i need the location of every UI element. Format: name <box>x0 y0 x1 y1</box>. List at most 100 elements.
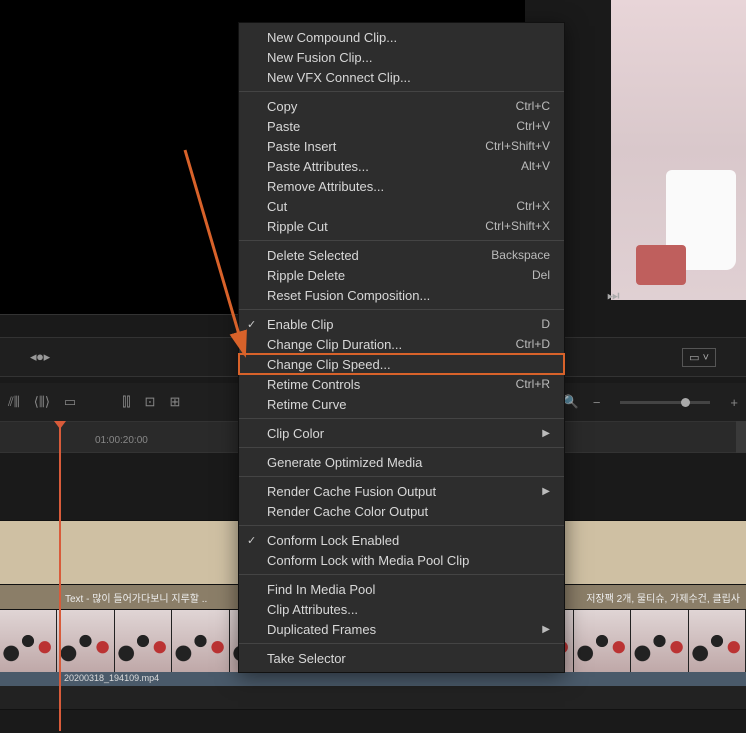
tool-icon-5[interactable]: ⊡ <box>145 394 156 410</box>
menu-item-label: Take Selector <box>267 651 550 666</box>
menu-item-shortcut: Ctrl+Shift+X <box>485 219 550 233</box>
menu-item-paste-attributes[interactable]: Paste Attributes...Alt+V <box>239 156 564 176</box>
audio-track-1[interactable] <box>0 686 746 710</box>
menu-item-enable-clip[interactable]: ✓ Enable ClipD <box>239 314 564 334</box>
menu-separator <box>239 91 564 92</box>
text-clip-right: 저장팩 2개, 물티슈, 가제수건, 클립사 <box>586 590 740 605</box>
menu-item-label: Paste Insert <box>267 139 485 154</box>
tool-icon-4[interactable]: ⫿⫿ <box>122 394 130 410</box>
menu-item-label: Paste <box>267 119 516 134</box>
menu-item-duplicated-frames[interactable]: Duplicated Frames▶ <box>239 619 564 639</box>
clip-thumbnail <box>689 610 746 672</box>
menu-item-shortcut: Ctrl+D <box>516 337 550 351</box>
menu-separator <box>239 418 564 419</box>
menu-item-label: Reset Fusion Composition... <box>267 288 550 303</box>
menu-item-cut[interactable]: CutCtrl+X <box>239 196 564 216</box>
audio-track-2[interactable] <box>0 710 746 732</box>
check-icon: ✓ <box>247 534 256 547</box>
menu-item-clip-color[interactable]: Clip Color▶ <box>239 423 564 443</box>
menu-item-label: Find In Media Pool <box>267 582 550 597</box>
menu-item-reset-fusion-composition[interactable]: Reset Fusion Composition... <box>239 285 564 305</box>
menu-item-copy[interactable]: CopyCtrl+C <box>239 96 564 116</box>
menu-item-shortcut: Backspace <box>491 248 550 262</box>
tool-icon-6[interactable]: ⊞ <box>169 394 180 410</box>
check-icon: ✓ <box>247 318 256 331</box>
menu-item-label: Enable Clip <box>267 317 541 332</box>
menu-item-generate-optimized-media[interactable]: Generate Optimized Media <box>239 452 564 472</box>
menu-item-label: Clip Attributes... <box>267 602 550 617</box>
menu-item-label: Conform Lock Enabled <box>267 533 550 548</box>
menu-item-shortcut: Ctrl+V <box>516 119 550 133</box>
ruler-end <box>736 421 746 453</box>
menu-item-shortcut: D <box>541 317 550 331</box>
menu-item-change-clip-duration[interactable]: Change Clip Duration...Ctrl+D <box>239 334 564 354</box>
menu-item-shortcut: Del <box>532 268 550 282</box>
menu-item-retime-controls[interactable]: Retime ControlsCtrl+R <box>239 374 564 394</box>
menu-separator <box>239 240 564 241</box>
menu-item-ripple-cut[interactable]: Ripple CutCtrl+Shift+X <box>239 216 564 236</box>
search-icon[interactable]: 🔍 <box>563 394 579 410</box>
menu-item-new-fusion-clip[interactable]: New Fusion Clip... <box>239 47 564 67</box>
menu-item-label: Render Cache Color Output <box>267 504 550 519</box>
menu-item-take-selector[interactable]: Take Selector <box>239 648 564 668</box>
text-clip-label: Text - 많이 들어가다보니 지루할 .. <box>65 594 207 605</box>
clip-filename-label: 20200318_194109.mp4 <box>0 672 746 686</box>
menu-item-label: Cut <box>267 199 516 214</box>
menu-item-label: Conform Lock with Media Pool Clip <box>267 553 550 568</box>
menu-item-shortcut: Ctrl+X <box>516 199 550 213</box>
crop-dropdown[interactable]: ▭ ˅ <box>682 348 716 367</box>
menu-item-remove-attributes[interactable]: Remove Attributes... <box>239 176 564 196</box>
menu-item-change-clip-speed[interactable]: Change Clip Speed... <box>239 354 564 374</box>
menu-separator <box>239 476 564 477</box>
zoom-out-icon[interactable]: − <box>593 395 601 410</box>
preview-thumbnail <box>611 0 746 300</box>
clip-context-menu: New Compound Clip... New Fusion Clip... Ne… <box>238 22 565 673</box>
menu-item-paste[interactable]: PasteCtrl+V <box>239 116 564 136</box>
tool-icon-2[interactable]: ⟨⫼⟩ <box>34 394 50 410</box>
clip-thumbnail <box>172 610 229 672</box>
menu-item-delete-selected[interactable]: Delete SelectedBackspace <box>239 245 564 265</box>
menu-separator <box>239 309 564 310</box>
menu-item-clip-attributes[interactable]: Clip Attributes... <box>239 599 564 619</box>
menu-item-label: New VFX Connect Clip... <box>267 70 550 85</box>
menu-item-ripple-delete[interactable]: Ripple DeleteDel <box>239 265 564 285</box>
tool-icon-3[interactable]: ▭ <box>64 394 76 410</box>
menu-item-shortcut: Ctrl+Shift+V <box>485 139 550 153</box>
playhead[interactable] <box>59 421 61 731</box>
tool-icon-1[interactable]: ⫽⫼ <box>8 394 20 410</box>
menu-item-label: Change Clip Duration... <box>267 337 516 352</box>
skip-end-icon[interactable]: ⏭ <box>607 287 620 304</box>
menu-item-conform-lock-with-media-pool-clip[interactable]: Conform Lock with Media Pool Clip <box>239 550 564 570</box>
zoom-slider[interactable] <box>620 401 710 404</box>
menu-item-find-in-media-pool[interactable]: Find In Media Pool <box>239 579 564 599</box>
clip-thumbnail <box>57 610 114 672</box>
menu-item-label: Change Clip Speed... <box>267 357 550 372</box>
menu-item-shortcut: Alt+V <box>521 159 550 173</box>
menu-item-label: New Compound Clip... <box>267 30 550 45</box>
loop-indicator[interactable]: ◂ ● ▸ <box>30 349 48 365</box>
menu-item-shortcut: Ctrl+R <box>516 377 550 391</box>
zoom-in-icon[interactable]: + <box>730 395 738 410</box>
submenu-arrow-icon: ▶ <box>542 624 550 635</box>
clip-thumbnail <box>115 610 172 672</box>
menu-item-new-compound-clip[interactable]: New Compound Clip... <box>239 27 564 47</box>
menu-item-label: Ripple Delete <box>267 268 532 283</box>
clip-thumbnail <box>0 610 57 672</box>
menu-separator <box>239 643 564 644</box>
menu-separator <box>239 447 564 448</box>
submenu-arrow-icon: ▶ <box>542 428 550 439</box>
menu-item-label: New Fusion Clip... <box>267 50 550 65</box>
menu-item-conform-lock-enabled[interactable]: ✓ Conform Lock Enabled <box>239 530 564 550</box>
menu-item-retime-curve[interactable]: Retime Curve <box>239 394 564 414</box>
menu-item-shortcut: Ctrl+C <box>516 99 550 113</box>
menu-item-paste-insert[interactable]: Paste InsertCtrl+Shift+V <box>239 136 564 156</box>
menu-item-label: Ripple Cut <box>267 219 485 234</box>
menu-item-render-cache-color-output[interactable]: Render Cache Color Output <box>239 501 564 521</box>
menu-item-label: Paste Attributes... <box>267 159 521 174</box>
menu-item-label: Remove Attributes... <box>267 179 550 194</box>
menu-item-render-cache-fusion-output[interactable]: Render Cache Fusion Output▶ <box>239 481 564 501</box>
menu-item-label: Render Cache Fusion Output <box>267 484 542 499</box>
menu-item-new-vfx-connect-clip[interactable]: New VFX Connect Clip... <box>239 67 564 87</box>
menu-item-label: Retime Curve <box>267 397 550 412</box>
menu-separator <box>239 525 564 526</box>
